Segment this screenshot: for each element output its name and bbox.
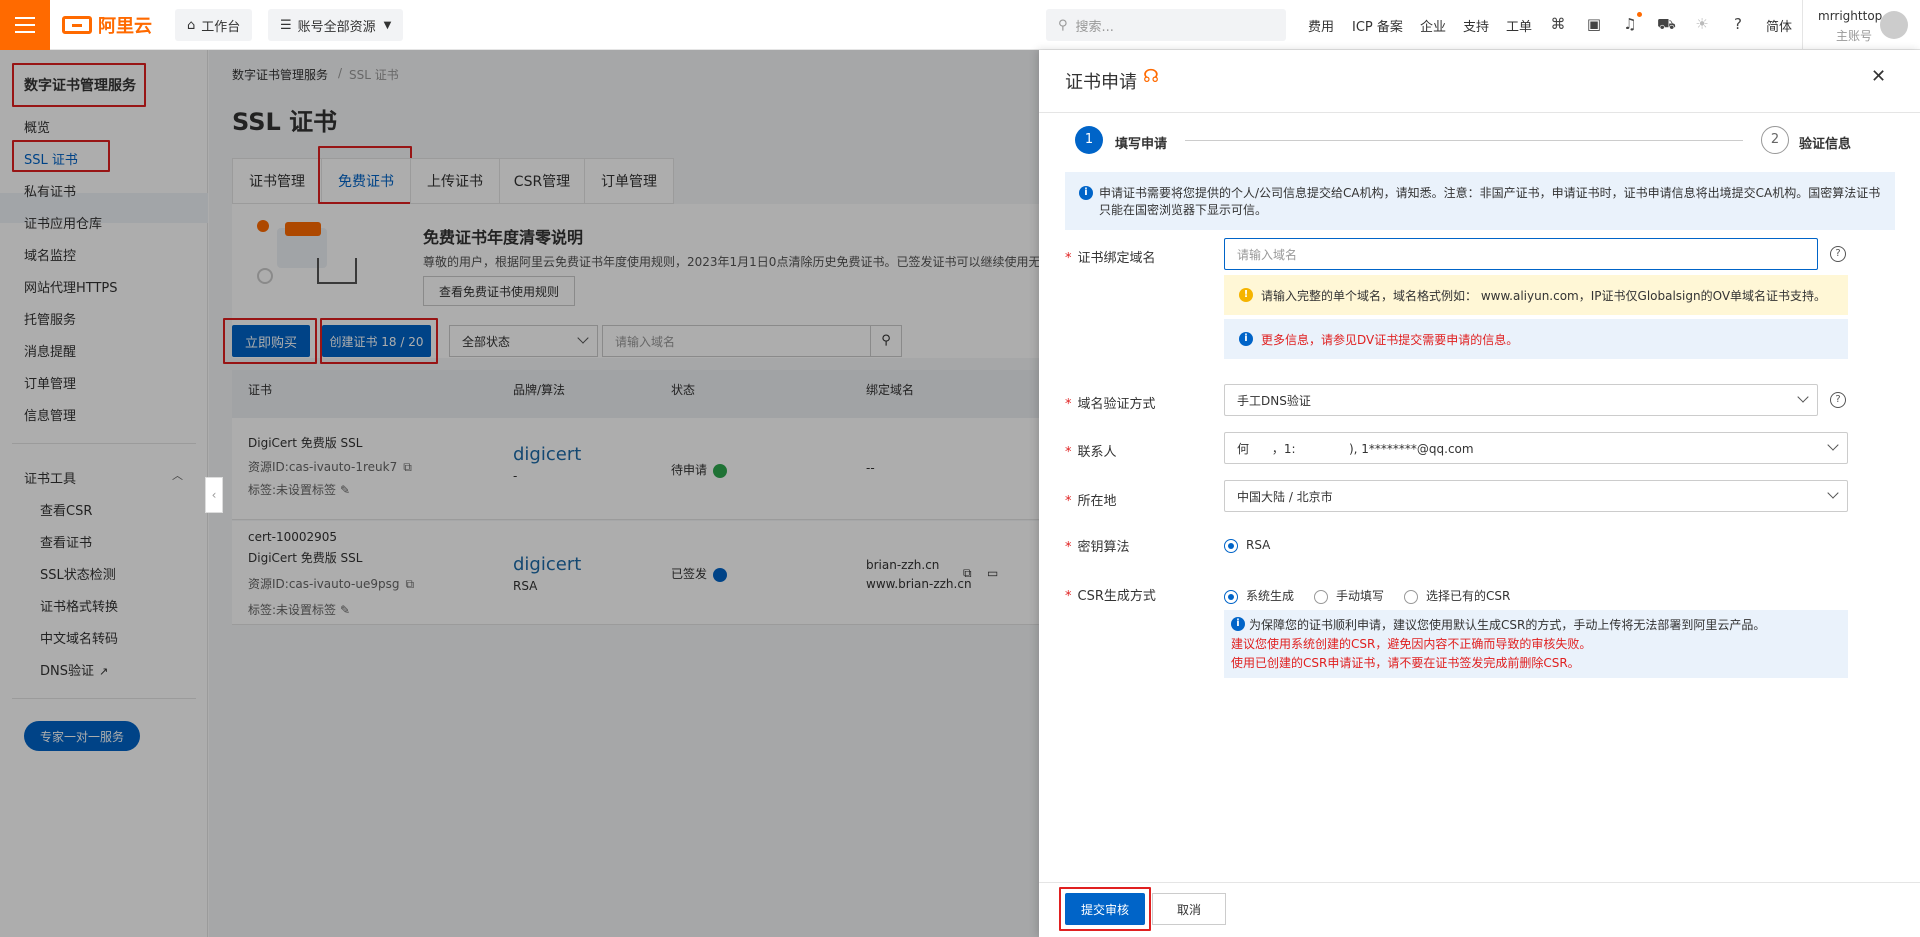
headset-icon[interactable]: ☊	[1143, 66, 1159, 87]
aliyun-logo[interactable]: 阿里云	[62, 13, 152, 37]
username[interactable]: mrrighttop	[1818, 9, 1882, 23]
info-icon: i	[1231, 617, 1245, 631]
cancel-button[interactable]: 取消	[1152, 893, 1226, 925]
cart-icon[interactable]: ⛟	[1657, 15, 1676, 33]
resource-group-icon: ☰	[280, 17, 292, 33]
csr-warning-2: 使用已创建的CSR申请证书，请不要在证书签发完成前删除CSR。	[1231, 656, 1580, 670]
key-algo-radio-rsa[interactable]: RSA	[1224, 538, 1270, 553]
divider	[1039, 112, 1920, 113]
csr-info-text: 为保障您的证书顺利申请，建议您使用默认生成CSR的方式，手动上传将无法部署到阿里…	[1249, 618, 1766, 632]
close-icon[interactable]: ✕	[1871, 66, 1886, 87]
global-search-input[interactable]: ⚲ 搜索...	[1046, 9, 1286, 41]
step2-indicator: 2	[1761, 126, 1789, 154]
verify-method-select[interactable]: 手工DNS验证	[1224, 384, 1818, 416]
nav-fees[interactable]: 费用	[1308, 16, 1334, 35]
radio-empty-icon	[1404, 589, 1418, 604]
domain-input[interactable]: 请输入域名	[1224, 238, 1818, 270]
key-algo-label: * 密钥算法	[1065, 540, 1130, 555]
chevron-down-icon	[1827, 487, 1839, 499]
step2-label: 验证信息	[1799, 137, 1852, 152]
notification-dot	[1637, 12, 1642, 17]
avatar[interactable]	[1880, 11, 1908, 39]
csr-method-label: * CSR生成方式	[1065, 589, 1156, 604]
resources-dropdown[interactable]: ☰ 账号全部资源 ▼	[268, 9, 404, 41]
help-icon[interactable]: ?	[1830, 392, 1846, 408]
step-connector	[1185, 140, 1743, 141]
radio-selected-icon	[1224, 589, 1238, 604]
location-select[interactable]: 中国大陆 / 北京市	[1224, 480, 1848, 512]
verify-method-label: * 域名验证方式	[1065, 397, 1156, 412]
domain-label: * 证书绑定域名	[1065, 251, 1156, 266]
help-icon[interactable]: ?	[1830, 246, 1846, 262]
highlight-box	[1059, 887, 1151, 931]
radio-selected-icon	[1224, 538, 1238, 553]
csr-radio-existing[interactable]: 选择已有的CSR	[1404, 587, 1510, 604]
cert-application-drawer: 证书申请 ☊ ✕ 1 填写申请 2 验证信息 i 申请证书需要将您提供的个人/公…	[1039, 50, 1920, 937]
domain-more-info-link[interactable]: 更多信息，请参见DV证书提交需要申请的信息。	[1261, 331, 1518, 348]
info-alert-text: 申请证书需要将您提供的个人/公司信息提交给CA机构，请知悉。注意：非国产证书，申…	[1099, 186, 1881, 217]
domain-warning-text: 请输入完整的单个域名，域名格式例如： www.aliyun.com，IP证书仅G…	[1261, 289, 1827, 303]
search-icon: ⚲	[1058, 17, 1068, 33]
nav-support[interactable]: 支持	[1463, 16, 1489, 35]
chevron-down-icon: ▼	[383, 19, 392, 31]
radio-empty-icon	[1314, 589, 1328, 604]
divider	[1802, 0, 1803, 50]
workbench-button[interactable]: ⌂ 工作台	[175, 9, 253, 41]
nav-ticket[interactable]: 工单	[1506, 16, 1532, 35]
code-icon[interactable]: ⌘	[1549, 15, 1567, 33]
csr-warning-1: 建议您使用系统创建的CSR，避免因内容不正确而导致的审核失败。	[1231, 637, 1592, 651]
chevron-down-icon	[1797, 391, 1809, 403]
help-icon[interactable]: ?	[1729, 15, 1747, 33]
warning-icon: !	[1239, 288, 1253, 302]
account-type: 主账号	[1836, 29, 1873, 43]
info-icon: i	[1239, 332, 1253, 346]
contact-label: * 联系人	[1065, 445, 1117, 460]
home-icon: ⌂	[187, 17, 196, 33]
bell-icon[interactable]: ♫	[1621, 15, 1639, 33]
contact-select[interactable]: 何 ，1: ), 1********@qq.com	[1224, 432, 1848, 464]
chevron-down-icon	[1827, 439, 1839, 451]
nav-icp[interactable]: ICP 备案	[1352, 16, 1403, 35]
language-switch[interactable]: 简体	[1766, 16, 1792, 35]
drawer-title: 证书申请	[1065, 72, 1137, 93]
terminal-icon[interactable]: ▣	[1585, 15, 1603, 33]
modal-overlay[interactable]	[0, 50, 1039, 937]
step1-indicator: 1	[1075, 126, 1103, 154]
info-icon: i	[1079, 186, 1093, 200]
hamburger-menu-icon[interactable]	[0, 0, 50, 50]
divider	[1039, 882, 1920, 883]
lightbulb-icon[interactable]: ☀	[1693, 15, 1711, 33]
csr-radio-manual[interactable]: 手动填写	[1314, 587, 1384, 604]
location-label: * 所在地	[1065, 494, 1117, 509]
nav-enterprise[interactable]: 企业	[1420, 16, 1446, 35]
top-navigation-bar: 阿里云 ⌂ 工作台 ☰ 账号全部资源 ▼ ⚲ 搜索... 费用 ICP 备案 企业 支持…	[0, 0, 1920, 50]
step1-label: 填写申请	[1115, 137, 1168, 152]
sidebar-collapse-handle[interactable]: ‹	[205, 477, 223, 513]
csr-radio-system[interactable]: 系统生成	[1224, 587, 1294, 604]
